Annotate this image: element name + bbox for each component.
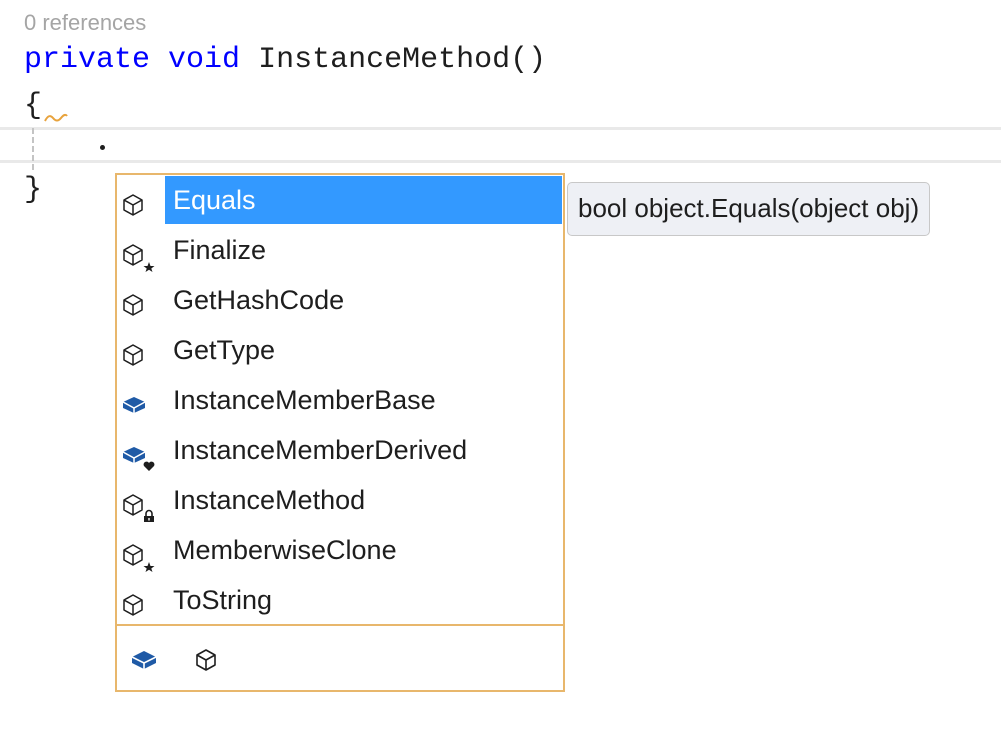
method-name: InstanceMethod() — [258, 43, 547, 77]
method-icon — [121, 338, 155, 368]
completion-item-gettype[interactable]: GetType — [117, 325, 563, 375]
extension-method-icon — [121, 388, 155, 418]
completion-item-label: InstanceMemberDerived — [173, 435, 468, 465]
completion-item-instancememberbase[interactable]: InstanceMemberBase — [117, 375, 563, 425]
completion-item-label: InstanceMethod — [173, 485, 366, 515]
close-brace: } — [24, 173, 43, 207]
extension-method-filter-icon — [131, 651, 157, 669]
completion-item-instancemethod[interactable]: InstanceMethod — [117, 475, 563, 525]
method-protected-icon — [121, 238, 155, 272]
completion-item-equals[interactable]: Equals — [117, 175, 563, 225]
indent-guide — [32, 128, 34, 170]
method-icon — [121, 188, 155, 218]
keyword-private: private — [24, 43, 151, 77]
keyword-void: void — [168, 43, 241, 77]
completion-items[interactable]: Equals Finalize GetHashCode GetType Inst… — [117, 175, 563, 625]
completion-list[interactable]: Equals Finalize GetHashCode GetType Inst… — [115, 173, 565, 692]
completion-item-label: InstanceMemberBase — [173, 385, 436, 415]
warning-squiggle-icon — [44, 113, 68, 122]
completion-item-label: GetType — [173, 335, 276, 365]
open-brace: { — [24, 89, 43, 123]
typed-dot — [100, 145, 105, 150]
completion-item-label: GetHashCode — [173, 285, 345, 315]
completion-item-tostring[interactable]: ToString — [117, 575, 563, 625]
completion-item-label: MemberwiseClone — [173, 535, 397, 565]
signature-tooltip: bool object.Equals(object obj) — [567, 182, 931, 236]
completion-item-gethashcode[interactable]: GetHashCode — [117, 275, 563, 325]
method-private-icon — [121, 488, 155, 522]
completion-item-memberwiseclone[interactable]: MemberwiseClone — [117, 525, 563, 575]
completion-item-label: ToString — [173, 585, 273, 615]
current-line-highlight — [0, 127, 1001, 163]
method-protected-icon — [121, 538, 155, 572]
completion-item-label: Equals — [173, 185, 256, 215]
extension-method-internal-icon — [121, 438, 155, 471]
method-filter-icon — [196, 649, 216, 671]
codelens-references[interactable]: 0 references — [24, 10, 146, 36]
completion-item-instancememberderived[interactable]: InstanceMemberDerived — [117, 425, 563, 475]
method-filter-button[interactable] — [191, 644, 221, 674]
completion-filter-bar — [117, 624, 563, 690]
completion-item-label: Finalize — [173, 235, 267, 265]
method-icon — [121, 288, 155, 318]
method-signature: private void InstanceMethod() — [24, 42, 546, 78]
method-icon — [121, 588, 155, 618]
extension-method-filter-button[interactable] — [129, 644, 159, 674]
completion-item-finalize[interactable]: Finalize — [117, 225, 563, 275]
